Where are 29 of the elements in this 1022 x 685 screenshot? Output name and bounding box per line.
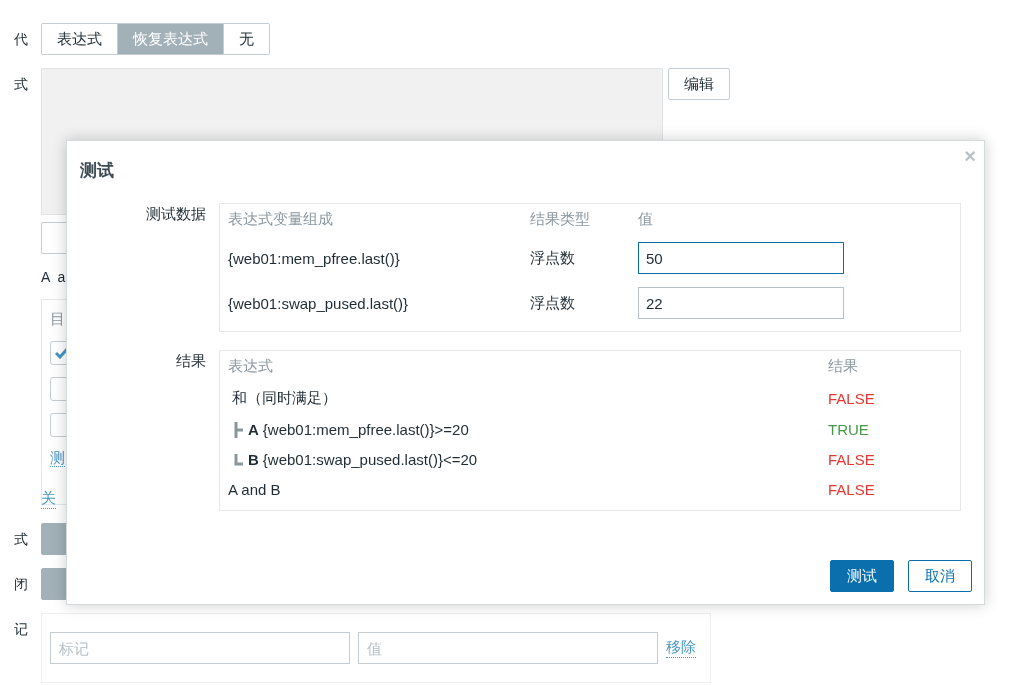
- result-text: TRUE: [828, 421, 870, 438]
- variable-text: {web01:swap_pused.last()}: [228, 294, 410, 312]
- column-heading: 目: [50, 310, 66, 329]
- column-heading: 表达式变量组成: [228, 210, 334, 229]
- result-text: FALSE: [828, 481, 876, 498]
- field-label: 式: [13, 75, 28, 94]
- expression-text: A and B: [228, 481, 281, 498]
- column-heading: 结果类型: [530, 210, 591, 229]
- column-heading: 值: [638, 210, 654, 229]
- result-text: FALSE: [828, 451, 876, 468]
- section-label: 测试数据: [145, 204, 206, 224]
- expression-text: {web01:swap_pused.last()}<=20: [262, 451, 478, 468]
- field-label: 式: [13, 530, 28, 549]
- result-text: FALSE: [828, 390, 876, 407]
- dialog-title: 测试: [80, 160, 115, 182]
- expression-text: {web01:mem_pfree.last()}>=20: [262, 421, 469, 438]
- section-label: 结果: [175, 351, 206, 371]
- field-label: 闭: [13, 575, 28, 594]
- hint-text: A a: [41, 269, 68, 285]
- type-text: 浮点数: [530, 248, 576, 268]
- column-heading: 结果: [828, 357, 859, 376]
- operand-letter: B: [248, 451, 259, 468]
- field-label: 记: [13, 620, 28, 639]
- type-text: 浮点数: [530, 293, 576, 313]
- variable-text: {web01:mem_pfree.last()}: [228, 249, 401, 267]
- operand-letter: A: [248, 421, 259, 438]
- expression-text: 和（同时满足）: [232, 389, 337, 408]
- field-label: 代: [13, 30, 28, 49]
- column-heading: 表达式: [228, 357, 274, 376]
